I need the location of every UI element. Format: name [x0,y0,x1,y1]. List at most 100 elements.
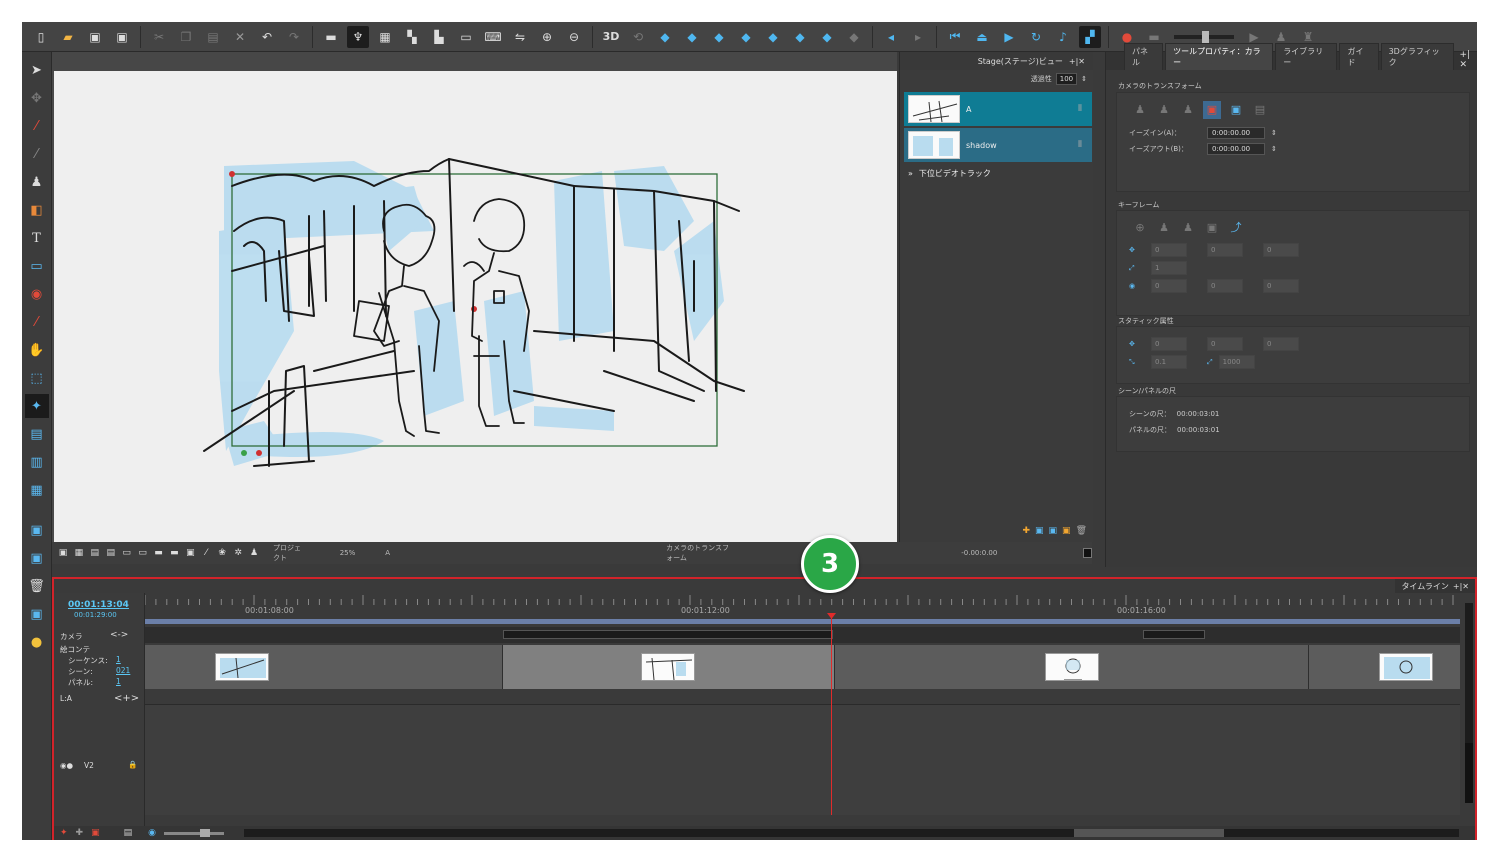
camera-move-icon[interactable]: ◆ [681,26,703,48]
rectangle-tool-icon[interactable]: ▭ [25,254,49,278]
ease-out-field[interactable]: 0:00:00.00 [1207,143,1265,155]
cut-icon[interactable]: ✂ [148,26,170,48]
open-folder-icon[interactable]: ▰ [57,26,79,48]
add-panel-icon[interactable]: ▣ [25,518,49,542]
ease-in-icon[interactable]: ♟ [1155,101,1173,119]
loop-icon[interactable]: ↻ [1025,26,1047,48]
playhead-line[interactable] [831,615,832,815]
onion-skin-icon[interactable]: ▤ [90,547,100,559]
lower-video-track-row[interactable]: » 下位ビデオトラック [904,164,1092,182]
ease-copy-icon[interactable]: ▣ [1227,101,1245,119]
ease-out-stepper[interactable]: ⇕ [1271,145,1277,153]
opacity-input[interactable]: 100 [1055,73,1078,85]
kf-z-field[interactable]: 0 [1263,243,1299,257]
track-lock-icon[interactable]: 🔒 [128,760,137,769]
eraser-icon[interactable]: ◧ [25,198,49,222]
timeline-vertical-scrollbar[interactable] [1465,603,1473,803]
marquee-icon[interactable]: ⬚ [25,366,49,390]
copy-layer-icon[interactable]: ▣ [1049,526,1058,536]
layer-lock-icon[interactable]: ⦀ [1078,140,1082,150]
shape-icon[interactable]: ❀ [217,547,227,559]
kf-rot-y-field[interactable]: 0 [1207,279,1243,293]
camera-scale-icon[interactable]: ◆ [789,26,811,48]
camera-rotate-icon[interactable]: ◆ [762,26,784,48]
first-frame-icon[interactable]: ⏮ [944,26,966,48]
hand-tool-icon[interactable]: ✋ [25,338,49,362]
st-y-field[interactable]: 0 [1207,337,1243,351]
camera-disable-icon[interactable]: ◆ [843,26,865,48]
zoom-in-icon[interactable]: ⊕ [536,26,558,48]
flip-icon[interactable]: ⇋ [509,26,531,48]
st-z-field[interactable]: 0 [1263,337,1299,351]
toggle-panel-icon[interactable]: ▣ [58,547,68,559]
tab-guide[interactable]: ガイド [1339,43,1379,70]
delete-layer-icon[interactable]: 🗑 [1076,526,1087,536]
redo-icon[interactable]: ↷ [283,26,305,48]
frame-icon[interactable]: ▭ [455,26,477,48]
transform-icon[interactable]: ✥ [25,86,49,110]
add-track-icon[interactable]: <+> [114,693,139,704]
options-icon[interactable]: ✲ [233,547,243,559]
import-layer-icon[interactable]: ▣ [1062,526,1071,536]
st-near-field[interactable]: 0.1 [1151,355,1187,369]
keyframe-camera-icon[interactable]: ♟ [1155,219,1173,237]
add-scene-icon[interactable]: ▣ [25,546,49,570]
timeline-ruler[interactable]: 00:01:08:00 00:01:12:00 00:01:16:00 [145,593,1460,621]
new-icon[interactable]: ▯ [30,26,52,48]
panel-segment[interactable] [835,645,1309,689]
copy-icon[interactable]: ❐ [175,26,197,48]
brush-icon[interactable]: ⁄ [25,114,49,138]
layer-copy-icon[interactable]: ▦ [25,478,49,502]
camera-tool-active-icon[interactable]: ✦ [24,394,49,418]
panel-value[interactable]: 1 [116,677,121,686]
ease-in-stepper[interactable]: ⇕ [1271,129,1277,137]
project-selector[interactable]: プロジェクト [273,543,308,563]
kf-x-field[interactable]: 0 [1151,243,1187,257]
tab-3d-graphics[interactable]: 3Dグラフィック [1380,43,1454,70]
keyframe-add-icon[interactable]: ⊕ [1131,219,1149,237]
keyframe-curve-icon[interactable]: ⤴ [1227,219,1245,237]
panel-controls[interactable]: +|✕ [1460,50,1477,70]
light-table-icon[interactable]: ♆ [347,25,369,48]
track-expand-icon[interactable]: » [908,169,913,178]
camera-track-controls[interactable]: <-> [110,630,128,640]
timeline-options-icon[interactable]: ▤ [124,828,133,838]
keyboard-icon[interactable]: ⌨ [482,26,504,48]
safe-area-icon[interactable]: ▭ [138,547,148,559]
panel-segment[interactable] [1309,645,1460,689]
current-time[interactable]: 00:01:13:04 [68,600,129,610]
ease-custom-icon[interactable]: ▣ [1203,101,1221,119]
panel-controls[interactable]: +|✕ [1453,582,1469,591]
grid-icon[interactable]: ▦ [374,26,396,48]
stamp-tool-icon[interactable]: ♟ [25,170,49,194]
kf-y-field[interactable]: 0 [1207,243,1243,257]
3d-rotate-icon[interactable]: ⟲ [627,26,649,48]
monitor-icon[interactable]: ▣ [185,547,195,559]
tab-library[interactable]: ライブラリー [1275,43,1338,70]
add-layer-icon[interactable]: ✚ [1022,526,1030,536]
save-icon[interactable]: ▣ [84,26,106,48]
st-far-field[interactable]: 1000 [1218,355,1255,369]
drawing-canvas[interactable] [54,71,897,542]
layer-tool-icon[interactable]: ▤ [25,422,49,446]
layer-row-a[interactable]: A ⦀ [904,92,1092,126]
timeline-zoom-slider[interactable] [163,828,224,837]
previous-icon[interactable]: ◂ [880,26,902,48]
layer-move-icon[interactable]: ▥ [25,450,49,474]
opacity-stepper[interactable]: ⇕ [1081,75,1087,83]
horizontal-scroll-thumb[interactable] [1074,829,1224,837]
panel-layout-icon[interactable]: ▚ [401,26,423,48]
play-range-icon[interactable]: ⏏ [971,26,993,48]
layer-a-track[interactable] [145,689,1460,705]
camera-track[interactable] [145,627,1460,643]
pencil-icon[interactable]: ⁄ [25,142,49,166]
lightbulb-icon[interactable]: ● [25,630,49,654]
grid-toggle-icon[interactable]: ▦ [74,547,84,559]
camera-tool-icon[interactable]: ◆ [654,26,676,48]
strip-icon[interactable]: ▬ [320,26,342,48]
camera-pan-icon[interactable]: ◆ [708,26,730,48]
volume-slider[interactable] [1174,30,1234,43]
play-icon[interactable]: ▶ [998,26,1020,48]
panel-segment-selected[interactable] [503,645,835,689]
keyframe-reset-icon[interactable]: ♟ [1179,219,1197,237]
